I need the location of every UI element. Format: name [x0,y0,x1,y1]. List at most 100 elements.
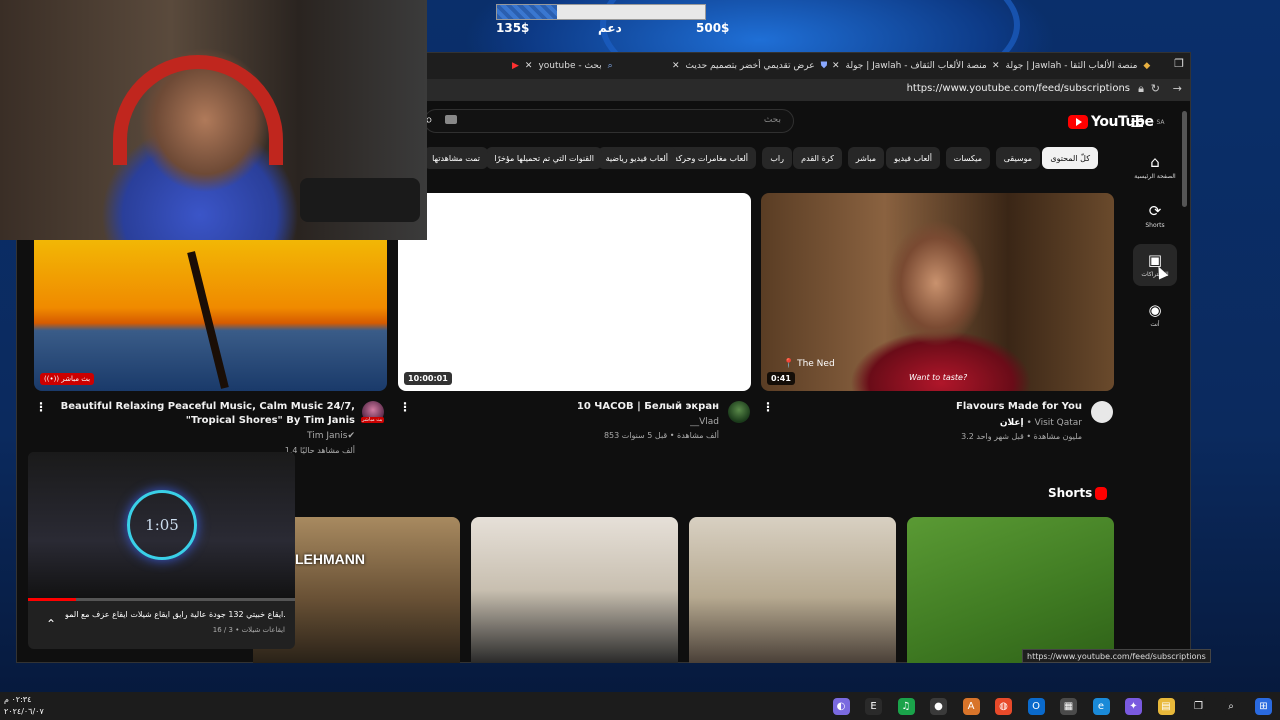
headset-graphic [113,55,283,165]
page-scrollbar[interactable] [1182,111,1187,207]
nav-you[interactable]: ◉ أنت [1133,301,1177,328]
webcam-overlay [0,0,427,240]
video-thumbnail-white-screen[interactable]: 10:00:01 [398,193,751,391]
video-duration: 0:41 [767,372,795,385]
chip-rap[interactable]: راب [762,147,792,169]
store-icon[interactable]: ▦ [1060,698,1077,715]
donation-progress-fill [497,5,558,19]
chip-video-games[interactable]: ألعاب فيديو [886,147,940,169]
task-view-icon[interactable]: ❐ [1190,698,1207,715]
chip-live[interactable]: مباشر [847,147,884,169]
epic-games-icon[interactable]: E [865,698,882,715]
short-thumbnail[interactable] [689,517,896,663]
palm-tree-graphic [187,251,229,389]
short-thumbnail[interactable] [471,517,678,663]
chip-action-adventure[interactable]: ألعاب مغامرات وحركة [666,147,756,169]
mini-player-progress-fill [28,598,77,601]
tab-label: youtube - بحث [538,61,602,71]
chip-football[interactable]: كرة القدم [793,147,842,169]
tab-youtube-search[interactable]: ▶ ✕ youtube - بحث ⌕ [512,58,682,74]
mini-player[interactable]: 1:05 ايقاع خبيتي 132 جودة عالية رايق ايق… [28,452,295,649]
youtube-logo[interactable]: YouTube SA [1068,114,1164,130]
ad-label: إعلان [999,418,1024,428]
nav-subscriptions[interactable]: ▣ الاشتراكات [1133,244,1177,286]
channel-avatar-vlad[interactable] [728,401,750,423]
tab-presentation[interactable]: ✕ عرض تقديمي أخضر بتصميم حديث ⛊ [672,58,827,74]
url-field[interactable]: https://www.youtube.com/feed/subscriptio… [907,83,1130,94]
channel-avatar-tim-janis[interactable]: بث مباشر [361,401,384,423]
tab-jawlah-1[interactable]: ✕ جولة | Jawlah - منصة الألعاب الثقا ◆ [992,58,1182,74]
video-title[interactable]: 10 ЧАСОВ | Белый экран [460,400,719,414]
home-icon: ⌂ [1150,153,1160,171]
video-channel[interactable]: __Vlad [460,417,719,427]
video-thumbnail-flavours[interactable]: 📍 The Ned Want to taste? 0:41 [761,193,1114,391]
microphone-graphic [300,178,420,222]
mini-player-title: ايقاع خبيتي 132 جودة عالية رايق ايقاع شي… [65,610,285,619]
chip-all[interactable]: كلّ المحتوى [1042,147,1098,169]
tab-actions-icon[interactable]: ❐ [1174,57,1184,70]
edge-icon[interactable]: e [1092,698,1110,715]
search-input[interactable]: بحث [764,115,781,125]
shorts-logo-icon [1095,487,1107,500]
verified-icon: ✔ [347,431,355,441]
keyboard-icon[interactable] [445,115,457,124]
chip-watched[interactable]: تمت مشاهدتها [424,147,488,169]
copilot-icon[interactable]: ✦ [1125,698,1142,715]
video-thumbnail-tropical-shores[interactable]: ((•)) بث مباشر [34,240,387,391]
chevron-up-icon[interactable]: ⌃ [46,617,56,631]
chip-sports-games[interactable]: ألعاب فيديو رياضية [597,147,676,169]
channel-avatar-visit-qatar[interactable] [1091,401,1113,423]
short-thumbnail[interactable] [907,517,1114,663]
filter-chips: كلّ المحتوى موسيقى ميكسات ألعاب فيديو مب… [414,147,1098,169]
chip-mixes[interactable]: ميكسات [945,147,990,169]
tab-close-icon[interactable]: ✕ [832,61,840,71]
hamburger-menu-icon[interactable]: ☰ [1130,112,1144,131]
tab-close-icon[interactable]: ✕ [992,61,1000,71]
jawlah-icon: ◆ [1143,61,1151,71]
app-icon[interactable]: A [962,698,980,715]
tab-label: جولة | Jawlah - منصة الألعاب الثقا [1005,61,1138,71]
user-icon: ◉ [1148,301,1162,319]
outlook-icon[interactable]: O [1027,698,1045,715]
donation-max: 500$ [696,21,730,35]
windows-icon[interactable]: ⊞ [1255,698,1272,715]
tab-close-icon[interactable]: ✕ [525,61,533,71]
video-channel[interactable]: Tim Janis✔ [50,431,355,441]
video-title[interactable]: Beautiful Relaxing Peaceful Music, Calm … [50,400,355,428]
file-explorer-icon[interactable]: ▤ [1157,698,1175,715]
shield-icon: ⛊ [820,61,827,71]
region-code: SA [1156,118,1165,126]
video-more-icon[interactable]: ⋮ [399,400,411,414]
link-status-bar: https://www.youtube.com/feed/subscriptio… [1022,649,1211,663]
nav-label: Shorts [1145,222,1165,229]
discord-icon[interactable]: ◐ [832,698,850,715]
chip-music[interactable]: موسيقى [995,147,1040,169]
nav-home[interactable]: ⌂ الصفحة الرئيسية [1133,153,1177,180]
tab-jawlah-2[interactable]: ✕ جولة | Jawlah - منصة الألعاب الثقاف ◆ [832,58,987,74]
video-channel[interactable]: إعلان • Visit Qatar [820,418,1082,428]
nav-label: الصفحة الرئيسية [1134,173,1176,180]
video-title[interactable]: Flavours Made for You [820,400,1082,414]
video-more-icon[interactable]: ⋮ [762,400,774,414]
thumbnail-overlay-tag: Want to taste? [909,373,968,382]
youtube-icon: ▶ [512,61,519,71]
spotify-icon[interactable]: ♫ [897,698,915,715]
taskbar-clock[interactable]: ٠٢:٣٤ م ٢٠٢٤/٠٦/٠٧ [4,694,44,718]
nav-shorts[interactable]: ⟳ Shorts [1133,202,1177,229]
donation-bar [496,4,706,20]
search-icon[interactable]: ⌕ [1222,698,1240,715]
mini-player-clock: 1:05 [127,490,197,560]
obs-icon[interactable]: ● [930,698,947,715]
live-badge: ((•)) بث مباشر [40,373,95,385]
reload-icon[interactable]: ↻ [1151,82,1160,95]
video-more-icon[interactable]: ⋮ [35,400,47,414]
chip-recently-uploaded[interactable]: القنوات التي تم تحميلها مؤخرًا [486,147,602,169]
video-meta: 853 ألف مشاهدة • قبل 5 سنوات [603,431,719,440]
mini-player-progress[interactable] [28,598,295,601]
forward-icon[interactable]: → [1173,82,1182,95]
subscriptions-icon: ▣ [1147,251,1163,269]
chrome-icon[interactable]: ◍ [995,698,1012,715]
lock-icon[interactable]: 🔒︎ [1138,82,1144,96]
mini-player-video[interactable]: 1:05 [28,452,295,600]
channel-name: Tim Janis [307,431,348,441]
